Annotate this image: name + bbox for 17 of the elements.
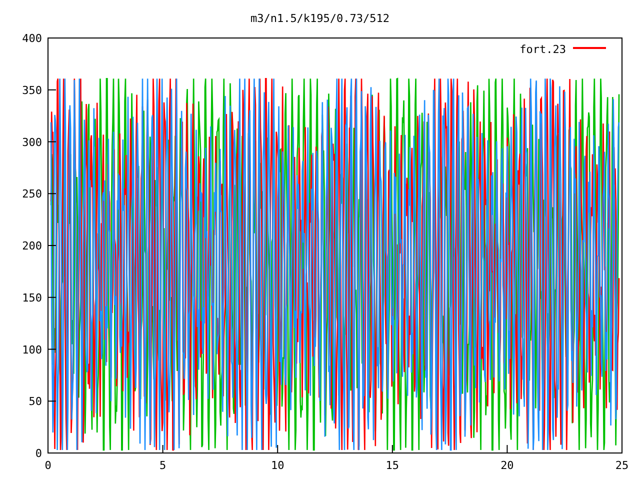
tick-label: 25 [615, 459, 629, 472]
tick-label: 50 [28, 395, 42, 408]
chart-title: m3/n1.5/k195/0.73/512 [250, 12, 390, 25]
tick-label: 100 [22, 343, 42, 356]
tick-label: 0 [44, 459, 52, 472]
tick-label: 400 [22, 32, 42, 45]
tick-label: 300 [22, 136, 42, 149]
tick-label: 250 [22, 188, 42, 201]
legend-label: fort.23 [520, 43, 566, 56]
tick-label: 10 [270, 459, 284, 472]
tick-label: 5 [160, 459, 166, 472]
tick-label: 200 [22, 240, 42, 252]
tick-label: 350 [22, 84, 42, 97]
tick-label: 20 [500, 459, 514, 472]
tick-label: 15 [386, 459, 400, 472]
tick-label: 150 [22, 291, 42, 304]
tick-label: 0 [35, 447, 42, 460]
